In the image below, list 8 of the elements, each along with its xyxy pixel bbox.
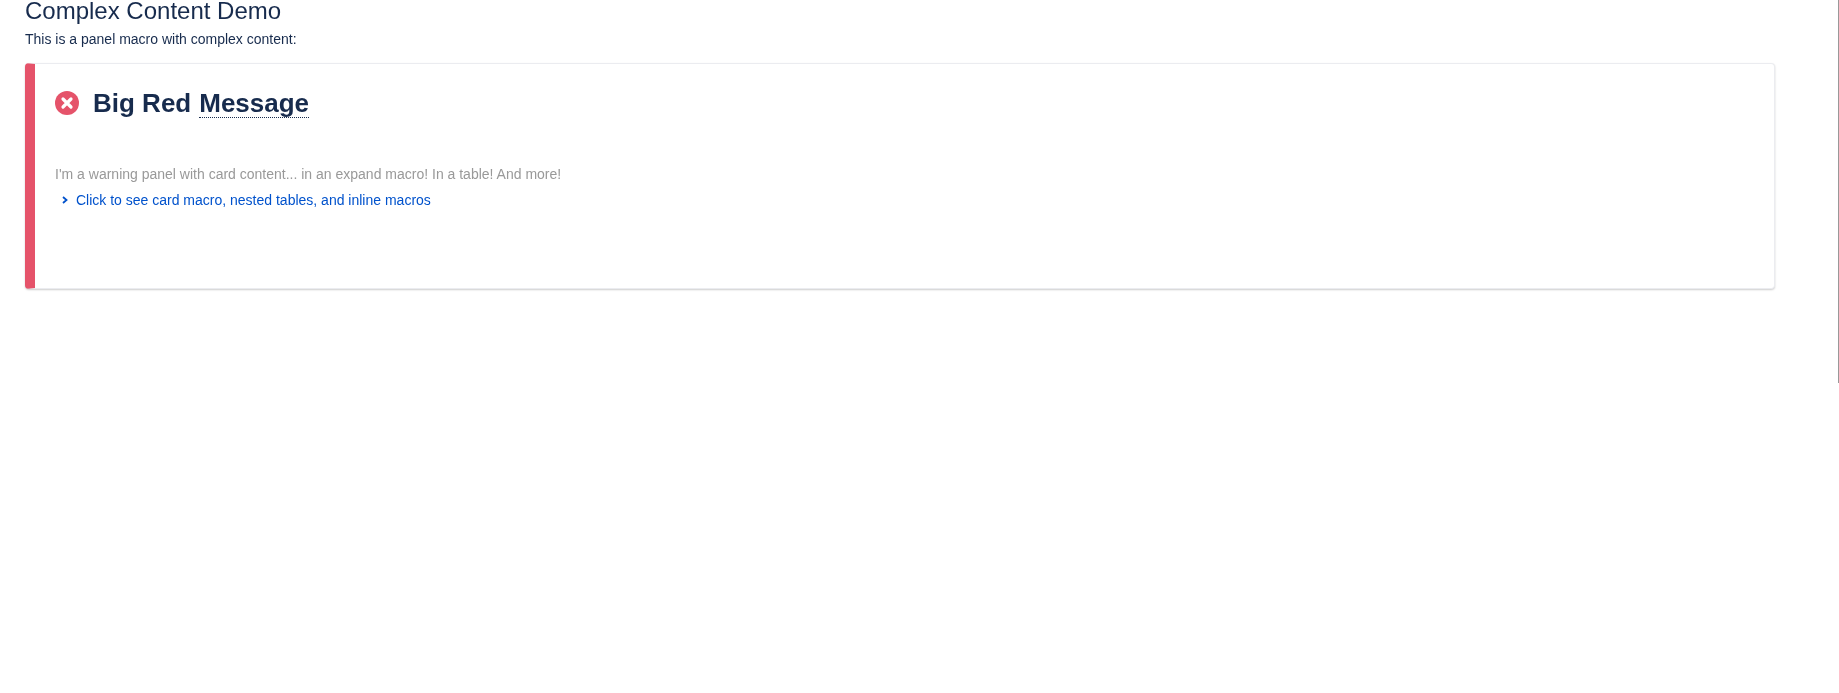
intro-text: This is a panel macro with complex content: bbox=[25, 30, 298, 48]
page-heading: Complex Content Demo bbox=[25, 0, 283, 24]
error-icon bbox=[55, 91, 79, 115]
panel-text: I'm a warning panel with card content... in an expand macro! In a table! And more! bbox=[55, 165, 563, 183]
chevron-icon[interactable] bbox=[61, 196, 69, 204]
panel-title-abbreviation[interactable]: Message bbox=[199, 88, 310, 118]
expand-link[interactable]: Click to see card macro, nested tables, and inline macros bbox=[76, 191, 431, 209]
panel-title: Big Red bbox=[93, 88, 192, 118]
